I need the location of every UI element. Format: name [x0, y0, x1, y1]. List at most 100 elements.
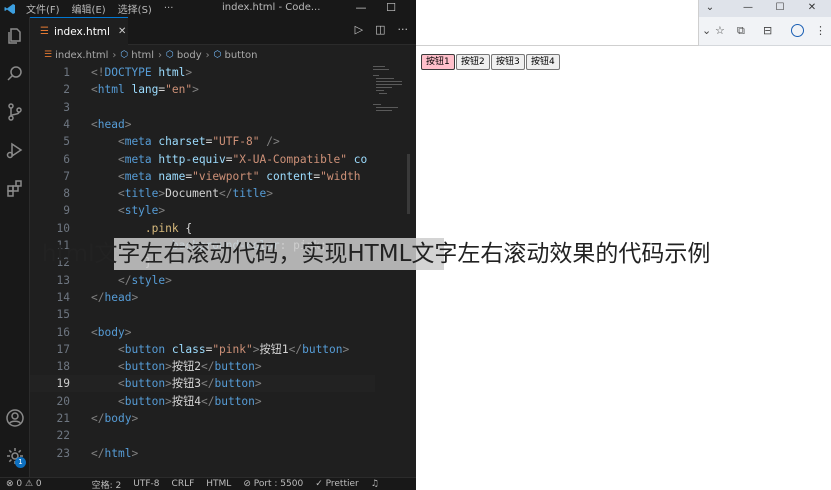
- bell-icon[interactable]: ♫: [365, 479, 385, 489]
- code-line[interactable]: 7 <meta name="viewport" content="width: [30, 168, 375, 185]
- live-server-port[interactable]: ⊘ Port : 5500: [237, 479, 309, 489]
- code-line[interactable]: 13 </style>: [30, 272, 375, 289]
- code-line[interactable]: 4 <head>: [30, 116, 375, 133]
- code-line[interactable]: 18 <button>按钮2</button>: [30, 358, 375, 375]
- account-icon[interactable]: [0, 403, 30, 433]
- line-number: 22: [56, 429, 70, 443]
- line-number: 18: [56, 360, 70, 374]
- code-line[interactable]: 8 <title>Document</title>: [30, 185, 375, 202]
- line-number: 16: [56, 325, 70, 339]
- browser-toolbar: ⌄ ☆ ⧉ ⊟ ⋮: [699, 17, 831, 46]
- status-bar: ⊗ 0 ⚠ 0 空格: 2 UTF-8 CRLF HTML ⊘ Port : 5…: [0, 477, 416, 490]
- encoding-indicator[interactable]: UTF-8: [127, 479, 165, 489]
- run-debug-icon[interactable]: [0, 135, 30, 165]
- extensions-icon[interactable]: [0, 173, 30, 203]
- breadcrumb: ☰ index.html › ⬡ html › ⬡ body › ⬡ butto…: [30, 46, 416, 64]
- code-line[interactable]: 5 <meta charset="UTF-8" />: [30, 133, 375, 150]
- split-view-icon[interactable]: ⊟: [763, 24, 772, 37]
- line-code: </body>: [91, 412, 139, 425]
- code-line[interactable]: 23 </html>: [30, 445, 375, 462]
- minimap[interactable]: [373, 64, 403, 114]
- language-indicator[interactable]: HTML: [200, 479, 237, 489]
- line-code: <!DOCTYPE html>: [91, 66, 193, 79]
- line-code: </style>: [117, 273, 172, 287]
- line-number: 8: [63, 187, 70, 201]
- code-line[interactable]: 17 <button class="pink">按钮1</button>: [30, 341, 375, 358]
- bookmark-star-icon[interactable]: ☆: [715, 24, 725, 37]
- page-button-1[interactable]: 按钮1: [421, 54, 455, 70]
- line-number: 19: [56, 377, 70, 391]
- chevron-down-icon[interactable]: ⌄: [699, 0, 721, 17]
- maximize-icon[interactable]: ☐: [769, 0, 791, 17]
- page-button-4[interactable]: 按钮4: [526, 54, 560, 70]
- breadcrumb-button[interactable]: button: [225, 50, 258, 61]
- run-icon[interactable]: ▷: [355, 23, 363, 36]
- settings-badge: 1: [15, 457, 26, 468]
- page-button-3[interactable]: 按钮3: [491, 54, 525, 70]
- minimize-icon[interactable]: —: [346, 0, 376, 17]
- overlapping-blank-window: [416, 0, 699, 46]
- line-number: 17: [56, 342, 70, 356]
- code-line[interactable]: 9 <style>: [30, 202, 375, 219]
- problems-indicator[interactable]: ⊗ 0 ⚠ 0: [0, 479, 48, 489]
- line-code: <head>: [91, 117, 132, 131]
- split-editor-icon[interactable]: ◫: [375, 23, 385, 36]
- vscode-logo-icon: [0, 0, 20, 17]
- line-code: <style>: [117, 204, 166, 218]
- browser-title-bar: ⌄ — ☐ ✕: [699, 0, 831, 17]
- tab-index-html[interactable]: ☰ index.html ✕: [30, 17, 128, 45]
- code-line[interactable]: 14 </head>: [30, 289, 375, 306]
- code-line[interactable]: 21 </body>: [30, 410, 375, 427]
- source-control-icon[interactable]: [0, 97, 30, 127]
- breadcrumb-file[interactable]: index.html: [55, 50, 108, 61]
- maximize-icon[interactable]: ☐: [376, 0, 406, 17]
- minimize-icon[interactable]: —: [737, 0, 759, 17]
- close-icon[interactable]: ✕: [801, 0, 823, 17]
- breadcrumb-body[interactable]: body: [177, 50, 202, 61]
- chevron-right-icon: ›: [158, 49, 163, 61]
- dropdown-arrow-icon[interactable]: ⌄: [702, 24, 711, 37]
- settings-gear-icon[interactable]: 1: [0, 441, 30, 471]
- close-icon[interactable]: ✕: [118, 26, 126, 37]
- line-code: <meta name="viewport" content="width: [117, 169, 361, 183]
- code-line[interactable]: 22: [30, 427, 375, 444]
- menu-edit[interactable]: 编辑(E): [66, 1, 112, 16]
- page-button-2[interactable]: 按钮2: [456, 54, 490, 70]
- code-line[interactable]: 16 <body>: [30, 324, 375, 341]
- code-line[interactable]: 1 <!DOCTYPE html>: [30, 64, 375, 81]
- line-code: <title>Document</title>: [117, 187, 273, 201]
- code-line[interactable]: 3: [30, 99, 375, 116]
- overlay-caption: html文字左右滚动代码，实现HTML文字左右滚动效果的代码示例: [42, 236, 710, 272]
- code-line[interactable]: 10 .pink {: [30, 220, 375, 237]
- eol-indicator[interactable]: CRLF: [166, 479, 201, 489]
- menu-dots-icon[interactable]: ⋮: [815, 24, 826, 37]
- breadcrumb-html[interactable]: html: [131, 50, 154, 61]
- indentation-indicator[interactable]: 空格: 2: [86, 478, 128, 490]
- line-number: 3: [63, 100, 70, 114]
- element-icon: ⬡: [120, 50, 129, 60]
- editor-actions: ▷ ◫ ···: [355, 23, 408, 36]
- line-code: <button>按钮4</button>: [117, 394, 262, 408]
- line-number: 5: [63, 135, 70, 149]
- chevron-right-icon: ›: [205, 49, 210, 61]
- prettier-indicator[interactable]: ✓ Prettier: [309, 479, 365, 489]
- search-icon[interactable]: [0, 59, 30, 89]
- line-number: 1: [63, 66, 70, 79]
- code-line[interactable]: 15: [30, 306, 375, 323]
- menu-selection[interactable]: 选择(S): [112, 1, 158, 16]
- menu-more[interactable]: ···: [158, 3, 180, 14]
- code-line[interactable]: 2 <html lang="en">: [30, 81, 375, 98]
- line-code: <button class="pink">按钮1</button>: [117, 342, 350, 356]
- line-number: 9: [63, 204, 70, 218]
- profile-icon[interactable]: [791, 24, 804, 37]
- code-line[interactable]: 6 <meta http-equiv="X-UA-Compatible" co: [30, 151, 375, 168]
- code-line[interactable]: 19 <button>按钮3</button>: [30, 375, 375, 393]
- more-actions-icon[interactable]: ···: [398, 23, 409, 36]
- explorer-icon[interactable]: [0, 21, 30, 51]
- menu-file[interactable]: 文件(F): [20, 1, 66, 16]
- line-number: 15: [56, 308, 70, 322]
- line-code: </head>: [91, 290, 139, 304]
- extensions-puzzle-icon[interactable]: ⧉: [737, 24, 745, 38]
- code-line[interactable]: 20 <button>按钮4</button>: [30, 393, 375, 410]
- line-code: .pink {: [144, 221, 193, 235]
